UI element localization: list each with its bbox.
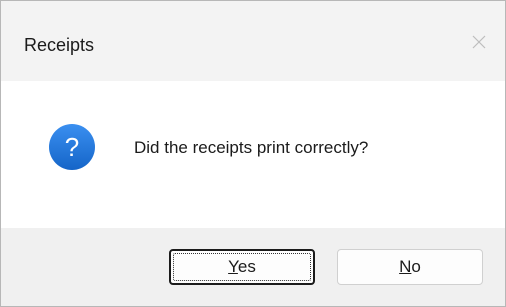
button-bar: Yes No bbox=[1, 228, 505, 306]
message-dialog: Receipts ? Did the receipts print correc bbox=[0, 0, 506, 307]
yes-mnemonic: Y bbox=[228, 257, 238, 276]
close-icon bbox=[472, 35, 486, 49]
close-button[interactable] bbox=[453, 17, 505, 67]
title-bar: Receipts bbox=[1, 1, 505, 81]
dialog-title: Receipts bbox=[24, 35, 95, 55]
question-icon: ? bbox=[48, 123, 96, 171]
no-button[interactable]: No bbox=[337, 249, 483, 285]
dialog-content: ? Did the receipts print correctly? bbox=[1, 81, 505, 228]
yes-button[interactable]: Yes bbox=[169, 249, 315, 285]
no-label-rest: o bbox=[411, 257, 421, 276]
dialog-message: Did the receipts print correctly? bbox=[134, 138, 369, 157]
no-mnemonic: N bbox=[399, 257, 412, 276]
svg-text:?: ? bbox=[65, 132, 79, 162]
yes-label-rest: es bbox=[237, 257, 256, 276]
